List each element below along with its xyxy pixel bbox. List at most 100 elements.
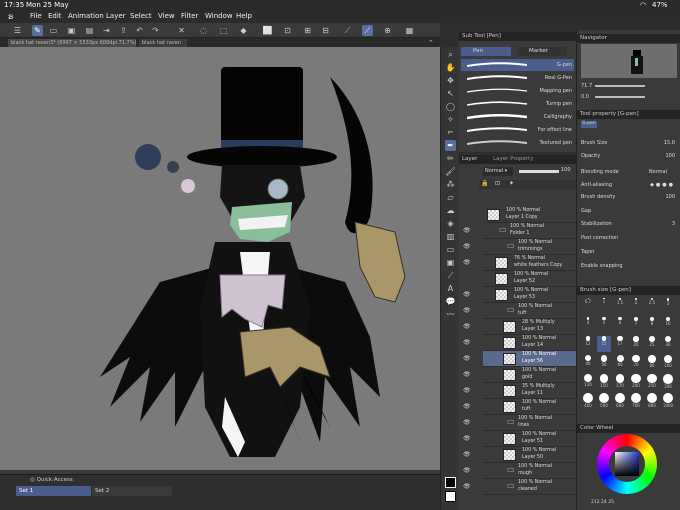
gradient-icon[interactable]: ▥ — [445, 231, 456, 242]
layer-row[interactable]: 76 % Normal white feathers Copy — [483, 255, 576, 271]
brush-size-option[interactable]: 5 — [597, 317, 611, 333]
blend-icon[interactable]: ☁ — [445, 205, 456, 216]
brush-size-option[interactable]: 1 — [597, 298, 611, 314]
brush-size-option[interactable]: 300 — [661, 374, 675, 390]
menu-animation[interactable]: Animation — [68, 12, 104, 20]
fill-tool-icon[interactable]: ◈ — [445, 218, 456, 229]
main-color-swatch[interactable] — [445, 477, 456, 488]
eraser-icon[interactable]: ▱ — [445, 192, 456, 203]
brush-effect-line[interactable]: For effect line — [461, 124, 574, 136]
brush-size-option[interactable]: 400 — [581, 393, 595, 409]
brush-size-option[interactable]: 4 — [581, 317, 595, 333]
brush-g-pen[interactable]: G-pen — [461, 59, 574, 71]
eye-icon[interactable]: 👁 — [463, 371, 471, 379]
brush-size-option[interactable]: 150 — [597, 374, 611, 390]
zoom-tool-icon[interactable]: ⌕ — [445, 49, 456, 60]
clear-icon[interactable]: ✕ — [176, 25, 187, 36]
layer-row[interactable]: 35 % Multiply Layer 11 — [483, 383, 576, 399]
layer-row[interactable]: 100 % Normal Layer 50 — [483, 447, 576, 463]
color-wheel[interactable] — [597, 434, 657, 494]
tool-property-tab[interactable]: G-pen — [581, 121, 597, 128]
brush-size-option[interactable]: 800 — [645, 393, 659, 409]
layer-row[interactable]: 100 % Normal Layer 52 — [483, 271, 576, 287]
snapping-row[interactable]: Enable snapping — [581, 263, 677, 273]
layer-row-selected[interactable]: 100 % Normal Layer 56 — [483, 351, 576, 367]
pencil-icon[interactable]: ✏ — [445, 153, 456, 164]
reference-icon[interactable]: ✦ — [509, 180, 514, 187]
brush-size-option[interactable]: 170 — [613, 374, 627, 390]
eye-icon[interactable]: 👁 — [463, 467, 471, 475]
tab-black-hat-raven[interactable]: black hat raven — [139, 39, 187, 47]
navigator-preview[interactable] — [581, 44, 677, 78]
brush-size-option[interactable]: 25 — [645, 336, 659, 352]
quick-access-set2[interactable]: Set 2 — [92, 486, 172, 496]
transform-icon[interactable]: ⬚ — [218, 25, 229, 36]
magic-wand-icon[interactable]: ✧ — [445, 114, 456, 125]
share-icon[interactable]: ⇪ — [118, 25, 129, 36]
snap-ruler-icon[interactable]: ⟋ — [362, 25, 373, 36]
brush-size-option[interactable]: 8 — [645, 317, 659, 333]
layer-row[interactable]: 100 % Normal Layer 14 — [483, 335, 576, 351]
display-mode-icon[interactable]: ▭ — [48, 25, 59, 36]
tab-marker[interactable]: Marker — [517, 47, 567, 56]
brush-size-option[interactable]: 50 — [597, 355, 611, 371]
menu-help[interactable]: Help — [236, 12, 252, 20]
layer-row[interactable]: 100 % Normal Layer 53 — [483, 287, 576, 303]
taper-row[interactable]: Taper — [581, 249, 677, 259]
brush-mapping-pen[interactable]: Mapping pen — [461, 85, 574, 97]
fill-icon[interactable]: ◆ — [238, 25, 249, 36]
brush-size-option[interactable]: 120 — [581, 374, 595, 390]
eyedropper-icon[interactable]: ⌐ — [445, 127, 456, 138]
layer-row[interactable]: 100 % Normal Layer 1 Copy — [483, 207, 576, 223]
save-icon[interactable]: ▣ — [66, 25, 77, 36]
brush-size-option[interactable]: 15 — [597, 336, 611, 352]
layer-row[interactable]: 100 % Normal tuft — [483, 399, 576, 415]
menu-window[interactable]: Window — [205, 12, 233, 20]
eye-icon[interactable]: 👁 — [463, 387, 471, 395]
menu-select[interactable]: Select — [130, 12, 152, 20]
tab-pen[interactable]: Pen — [461, 47, 511, 56]
brush-size-option[interactable]: 60 — [613, 355, 627, 371]
layer-opacity-slider[interactable] — [519, 170, 559, 173]
eye-icon[interactable]: 👁 — [463, 227, 471, 235]
deselect-icon[interactable]: ⬜ — [262, 25, 273, 36]
eye-icon[interactable]: 👁 — [463, 307, 471, 315]
brush-turnip-pen[interactable]: Turnip pen — [461, 98, 574, 110]
menu-layer[interactable]: Layer — [106, 12, 126, 20]
eye-icon[interactable]: 👁 — [463, 451, 471, 459]
brush-size-option[interactable]: 20 — [629, 336, 643, 352]
brush-size-option[interactable]: 100 — [661, 355, 675, 371]
menu-view[interactable]: View — [158, 12, 175, 20]
brush-size-option[interactable]: 7 — [629, 317, 643, 333]
eye-icon[interactable]: 👁 — [463, 243, 471, 251]
brush-size-option[interactable]: 80 — [645, 355, 659, 371]
eye-icon[interactable]: 👁 — [463, 419, 471, 427]
chevron-up-icon[interactable]: ⌃ — [428, 39, 434, 47]
balloon-icon[interactable]: 💬 — [445, 296, 456, 307]
blend-mode-select[interactable]: Normal ▾ — [483, 167, 513, 176]
ruler-icon[interactable]: ⟋ — [342, 25, 353, 36]
rotate-slider[interactable] — [595, 96, 645, 98]
marquee-icon[interactable]: ◌ — [198, 25, 209, 36]
redo-icon[interactable]: ↷ — [150, 25, 161, 36]
eye-icon[interactable]: 👁 — [463, 355, 471, 363]
eye-icon[interactable]: 👁 — [463, 435, 471, 443]
brush-size-option[interactable]: 3 — [661, 298, 675, 314]
brush-real-g-pen[interactable]: Real G-Pen — [461, 72, 574, 84]
menu-filter[interactable]: Filter — [181, 12, 198, 20]
stabilization-row[interactable]: Stabilization 3 — [581, 221, 677, 231]
brush-size-option[interactable]: 10 — [661, 317, 675, 333]
layer-row[interactable]: 28 % Multiply Layer 13 — [483, 319, 576, 335]
clip-icon[interactable]: ⊡ — [495, 180, 500, 187]
brush-size-option[interactable]: 40 — [581, 355, 595, 371]
drawing-canvas[interactable] — [0, 47, 440, 470]
select-layer-icon[interactable]: ⊟ — [320, 25, 331, 36]
object-tool-icon[interactable]: ↖ — [445, 88, 456, 99]
app-logo-icon[interactable]: ຣ — [8, 12, 13, 21]
menu-file[interactable]: File — [30, 12, 42, 20]
eye-icon[interactable]: 👁 — [463, 403, 471, 411]
invert-selection-icon[interactable]: ⊡ — [282, 25, 293, 36]
brush-size-option[interactable]: 0.7 — [581, 298, 595, 314]
menu-edit[interactable]: Edit — [48, 12, 62, 20]
snap-grid-icon[interactable]: ⊕ — [382, 25, 393, 36]
